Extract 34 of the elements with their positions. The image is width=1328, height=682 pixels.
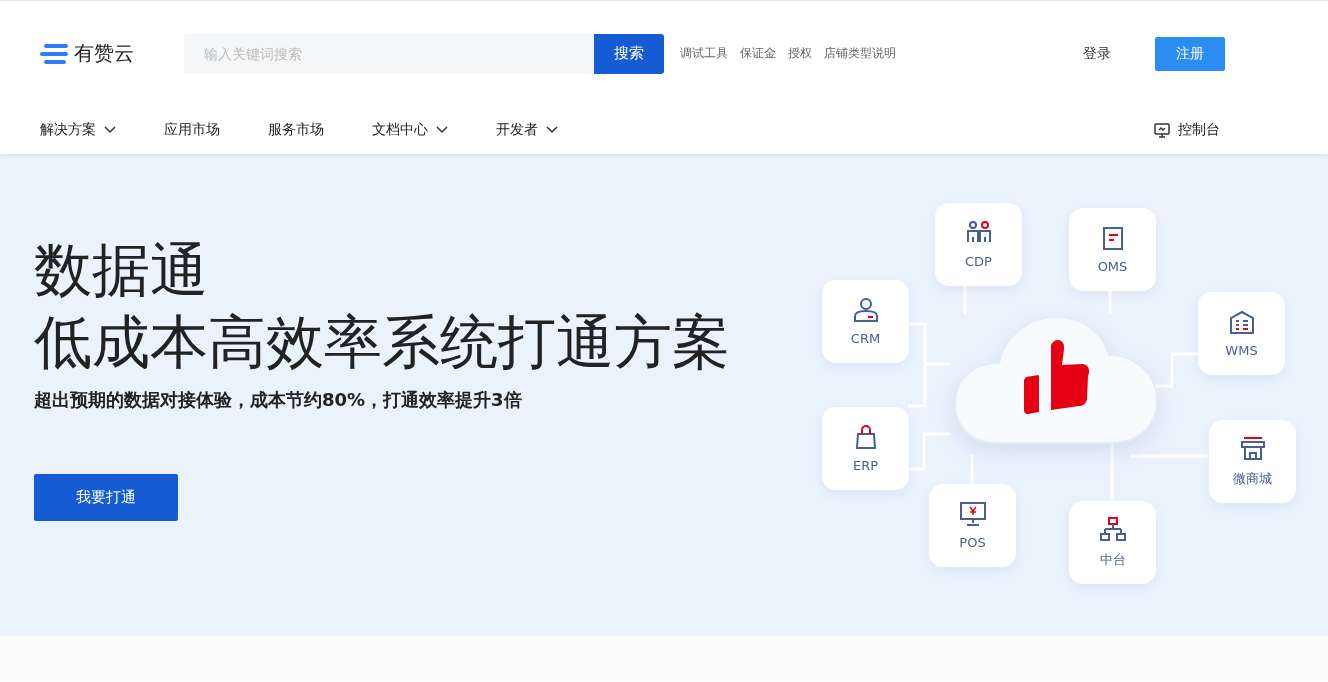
system-label: 微商城 xyxy=(1233,469,1272,488)
hero-title: 数据通 xyxy=(34,235,209,306)
logo-text[interactable]: 有赞云 xyxy=(74,40,134,67)
system-label: ERP xyxy=(852,458,879,473)
console-label: 控制台 xyxy=(1178,121,1220,139)
quick-link[interactable]: 授权 xyxy=(788,45,812,62)
nav-item[interactable]: 开发者 xyxy=(496,121,558,139)
search-field[interactable]: 输入关键词搜索 xyxy=(184,33,594,74)
monitor-icon xyxy=(1154,122,1170,138)
nav-item[interactable]: 应用市场 xyxy=(164,121,220,139)
system-label: CRM xyxy=(850,331,881,346)
logo-icon xyxy=(40,42,70,65)
system-icon xyxy=(1227,309,1256,335)
system-icon xyxy=(851,297,880,323)
quick-link[interactable]: 保证金 xyxy=(740,45,776,62)
system-icon xyxy=(1238,435,1267,462)
system-icon xyxy=(1098,516,1127,543)
console-link[interactable]: 控制台 xyxy=(1154,121,1220,139)
system-label: CDP xyxy=(965,254,992,269)
system-icon xyxy=(958,501,987,527)
quick-link[interactable]: 店铺类型说明 xyxy=(824,45,896,62)
system-label: WMS xyxy=(1225,343,1258,358)
system-label: OMS xyxy=(1097,259,1128,274)
quick-link[interactable]: 调试工具 xyxy=(680,45,728,62)
nav-item[interactable]: 解决方案 xyxy=(40,121,116,139)
hero-subtitle: 低成本高效率系统打通方案 xyxy=(34,307,731,378)
nav-item[interactable]: 服务市场 xyxy=(268,121,324,139)
hero-description: 超出预期的数据对接体验，成本节约80%，打通效率提升3倍 xyxy=(34,388,523,412)
nav-item[interactable]: 文档中心 xyxy=(372,121,448,139)
system-label: 中台 xyxy=(1099,550,1126,569)
cta-button[interactable]: 我要打通 xyxy=(34,474,178,521)
search-button[interactable]: 搜索 xyxy=(594,33,664,74)
system-label: POS xyxy=(959,535,986,550)
login-link[interactable]: 登录 xyxy=(1083,44,1111,63)
